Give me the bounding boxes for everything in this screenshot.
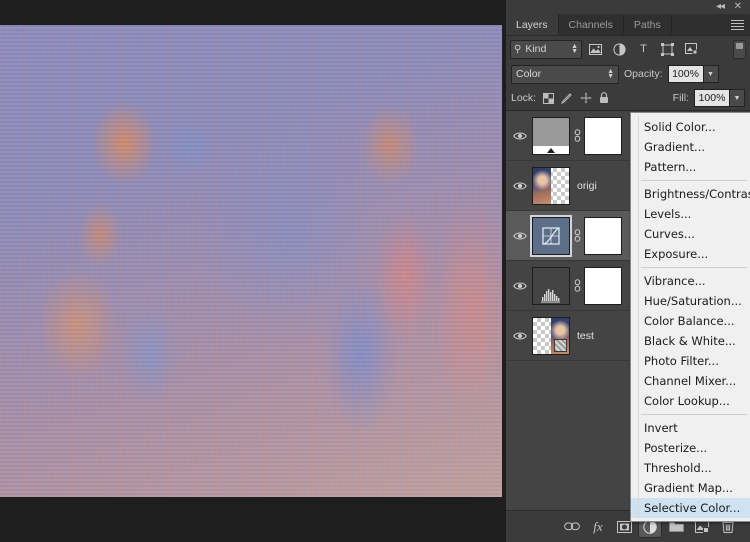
menu-item-channel-mixer[interactable]: Channel Mixer...	[631, 371, 750, 391]
tab-paths[interactable]: Paths	[623, 14, 672, 35]
menu-item-solid-color[interactable]: Solid Color...	[631, 117, 750, 137]
menu-item-threshold[interactable]: Threshold...	[631, 458, 750, 478]
blend-mode-select[interactable]: Color ▲ ▼	[511, 64, 619, 84]
menu-item-levels[interactable]: Levels...	[631, 204, 750, 224]
lock-label: Lock:	[511, 92, 537, 104]
layer-visibility-icon[interactable]	[508, 131, 532, 141]
filter-shape-layers-icon[interactable]	[657, 40, 678, 59]
fill-group: Fill: 100% ▼	[673, 89, 745, 107]
layer-thumbnail[interactable]	[532, 316, 570, 355]
panel-options-menu-icon[interactable]	[731, 20, 744, 30]
fill-label: Fill:	[672, 92, 689, 104]
opacity-dropdown-icon[interactable]: ▼	[703, 65, 719, 83]
menu-item-black-and-white[interactable]: Black & White...	[631, 331, 750, 351]
layer-mask-thumbnail[interactable]	[584, 266, 622, 305]
document-area	[0, 0, 506, 542]
menu-item-exposure[interactable]: Exposure...	[631, 244, 750, 264]
layer-visibility-icon[interactable]	[508, 281, 532, 291]
menu-separator	[641, 414, 747, 415]
menu-item-color-balance[interactable]: Color Balance...	[631, 311, 750, 331]
filter-pixel-layers-icon[interactable]	[585, 40, 606, 59]
menu-item-selective-color[interactable]: Selective Color...	[631, 498, 750, 518]
image-canvas[interactable]	[0, 25, 502, 497]
menu-item-photo-filter[interactable]: Photo Filter...	[631, 351, 750, 371]
tab-layers[interactable]: Layers	[506, 14, 559, 35]
levels-adjustment-icon	[533, 267, 569, 304]
menu-item-brightness-contrast[interactable]: Brightness/Contrast...	[631, 184, 750, 204]
menu-separator	[641, 267, 747, 268]
layer-name[interactable]: origi	[577, 180, 597, 192]
layer-style-button[interactable]: fx	[586, 516, 610, 538]
mask-link-icon[interactable]	[570, 129, 584, 142]
panel-title-bar: ◂◂ ✕	[506, 0, 750, 14]
layer-thumbnail[interactable]	[532, 116, 570, 155]
menu-item-pattern[interactable]: Pattern...	[631, 157, 750, 177]
filter-kind-label: Kind	[525, 43, 547, 55]
tab-channels[interactable]: Channels	[558, 14, 624, 35]
opacity-label: Opacity:	[624, 68, 663, 80]
layer-visibility-icon[interactable]	[508, 331, 532, 341]
link-layers-button[interactable]	[560, 516, 584, 538]
filter-adjustment-layers-icon[interactable]	[609, 40, 630, 59]
curves-adjustment-icon	[533, 217, 569, 254]
search-icon: ⚲	[514, 43, 522, 55]
opacity-input[interactable]: 100%	[667, 65, 704, 83]
menu-item-curves[interactable]: Curves...	[631, 224, 750, 244]
blend-mode-value: Color	[516, 68, 542, 80]
canvas-scanlines	[0, 25, 502, 497]
menu-separator	[641, 180, 747, 181]
collapse-panel-icon[interactable]: ◂◂	[716, 2, 725, 12]
filter-kind-select[interactable]: ⚲ Kind ▲ ▼	[510, 39, 582, 59]
lock-image-pixels-icon[interactable]	[561, 92, 573, 104]
menu-item-invert[interactable]: Invert	[631, 418, 750, 438]
layer-mask-thumbnail[interactable]	[584, 216, 622, 255]
menu-rail	[638, 116, 639, 518]
layer-mask-thumbnail[interactable]	[584, 116, 622, 155]
menu-item-color-lookup[interactable]: Color Lookup...	[631, 391, 750, 411]
layer-effects-badge	[554, 338, 567, 352]
tab-layers-label: Layers	[516, 18, 548, 31]
fill-input[interactable]: 100%	[694, 89, 730, 107]
filter-enable-toggle[interactable]	[733, 39, 746, 59]
mask-link-icon[interactable]	[570, 229, 584, 242]
layer-thumbnails[interactable]	[532, 316, 570, 355]
lock-transparent-pixels-icon[interactable]	[543, 92, 555, 104]
new-adjustment-layer-menu[interactable]: Solid Color... Gradient... Pattern... Br…	[630, 112, 750, 522]
menu-item-gradient-map[interactable]: Gradient Map...	[631, 478, 750, 498]
photoshop-window: ◂◂ ✕ Layers Channels Paths ⚲ Kind ▲ ▼ T …	[0, 0, 750, 542]
chevron-updown-icon: ▲ ▼	[607, 68, 614, 80]
lock-position-icon[interactable]	[580, 92, 592, 104]
fill-dropdown-icon[interactable]: ▼	[730, 89, 745, 107]
mask-link-icon[interactable]	[570, 279, 584, 292]
menu-item-vibrance[interactable]: Vibrance...	[631, 271, 750, 291]
tab-paths-label: Paths	[633, 18, 661, 31]
layer-filter-row: ⚲ Kind ▲ ▼ T	[506, 36, 750, 62]
layer-thumbnails[interactable]	[532, 166, 570, 205]
menu-item-hue-saturation[interactable]: Hue/Saturation...	[631, 291, 750, 311]
layer-name[interactable]: test	[577, 330, 594, 342]
layer-thumbnails[interactable]	[532, 116, 622, 155]
menu-item-posterize[interactable]: Posterize...	[631, 438, 750, 458]
lock-row: Lock: Fill: 100% ▼	[506, 86, 750, 110]
lock-all-icon[interactable]	[599, 92, 609, 104]
layer-thumbnail[interactable]	[532, 166, 570, 205]
layer-thumbnails[interactable]	[530, 214, 622, 257]
tab-channels-label: Channels	[568, 18, 613, 31]
panel-tabs: Layers Channels Paths	[506, 14, 750, 36]
layer-visibility-icon[interactable]	[508, 181, 532, 191]
close-panel-icon[interactable]: ✕	[734, 2, 742, 12]
blend-mode-row: Color ▲ ▼ Opacity: 100% ▼	[506, 62, 750, 86]
chevron-updown-icon: ▲ ▼	[571, 43, 578, 55]
layer-thumbnail[interactable]	[530, 214, 572, 257]
filter-smart-object-icon[interactable]	[681, 40, 702, 59]
layer-visibility-icon[interactable]	[508, 231, 532, 241]
layer-thumbnail[interactable]	[532, 266, 570, 305]
layer-thumbnails[interactable]	[532, 266, 622, 305]
filter-type-layers-icon[interactable]: T	[633, 40, 654, 59]
menu-item-gradient[interactable]: Gradient...	[631, 137, 750, 157]
